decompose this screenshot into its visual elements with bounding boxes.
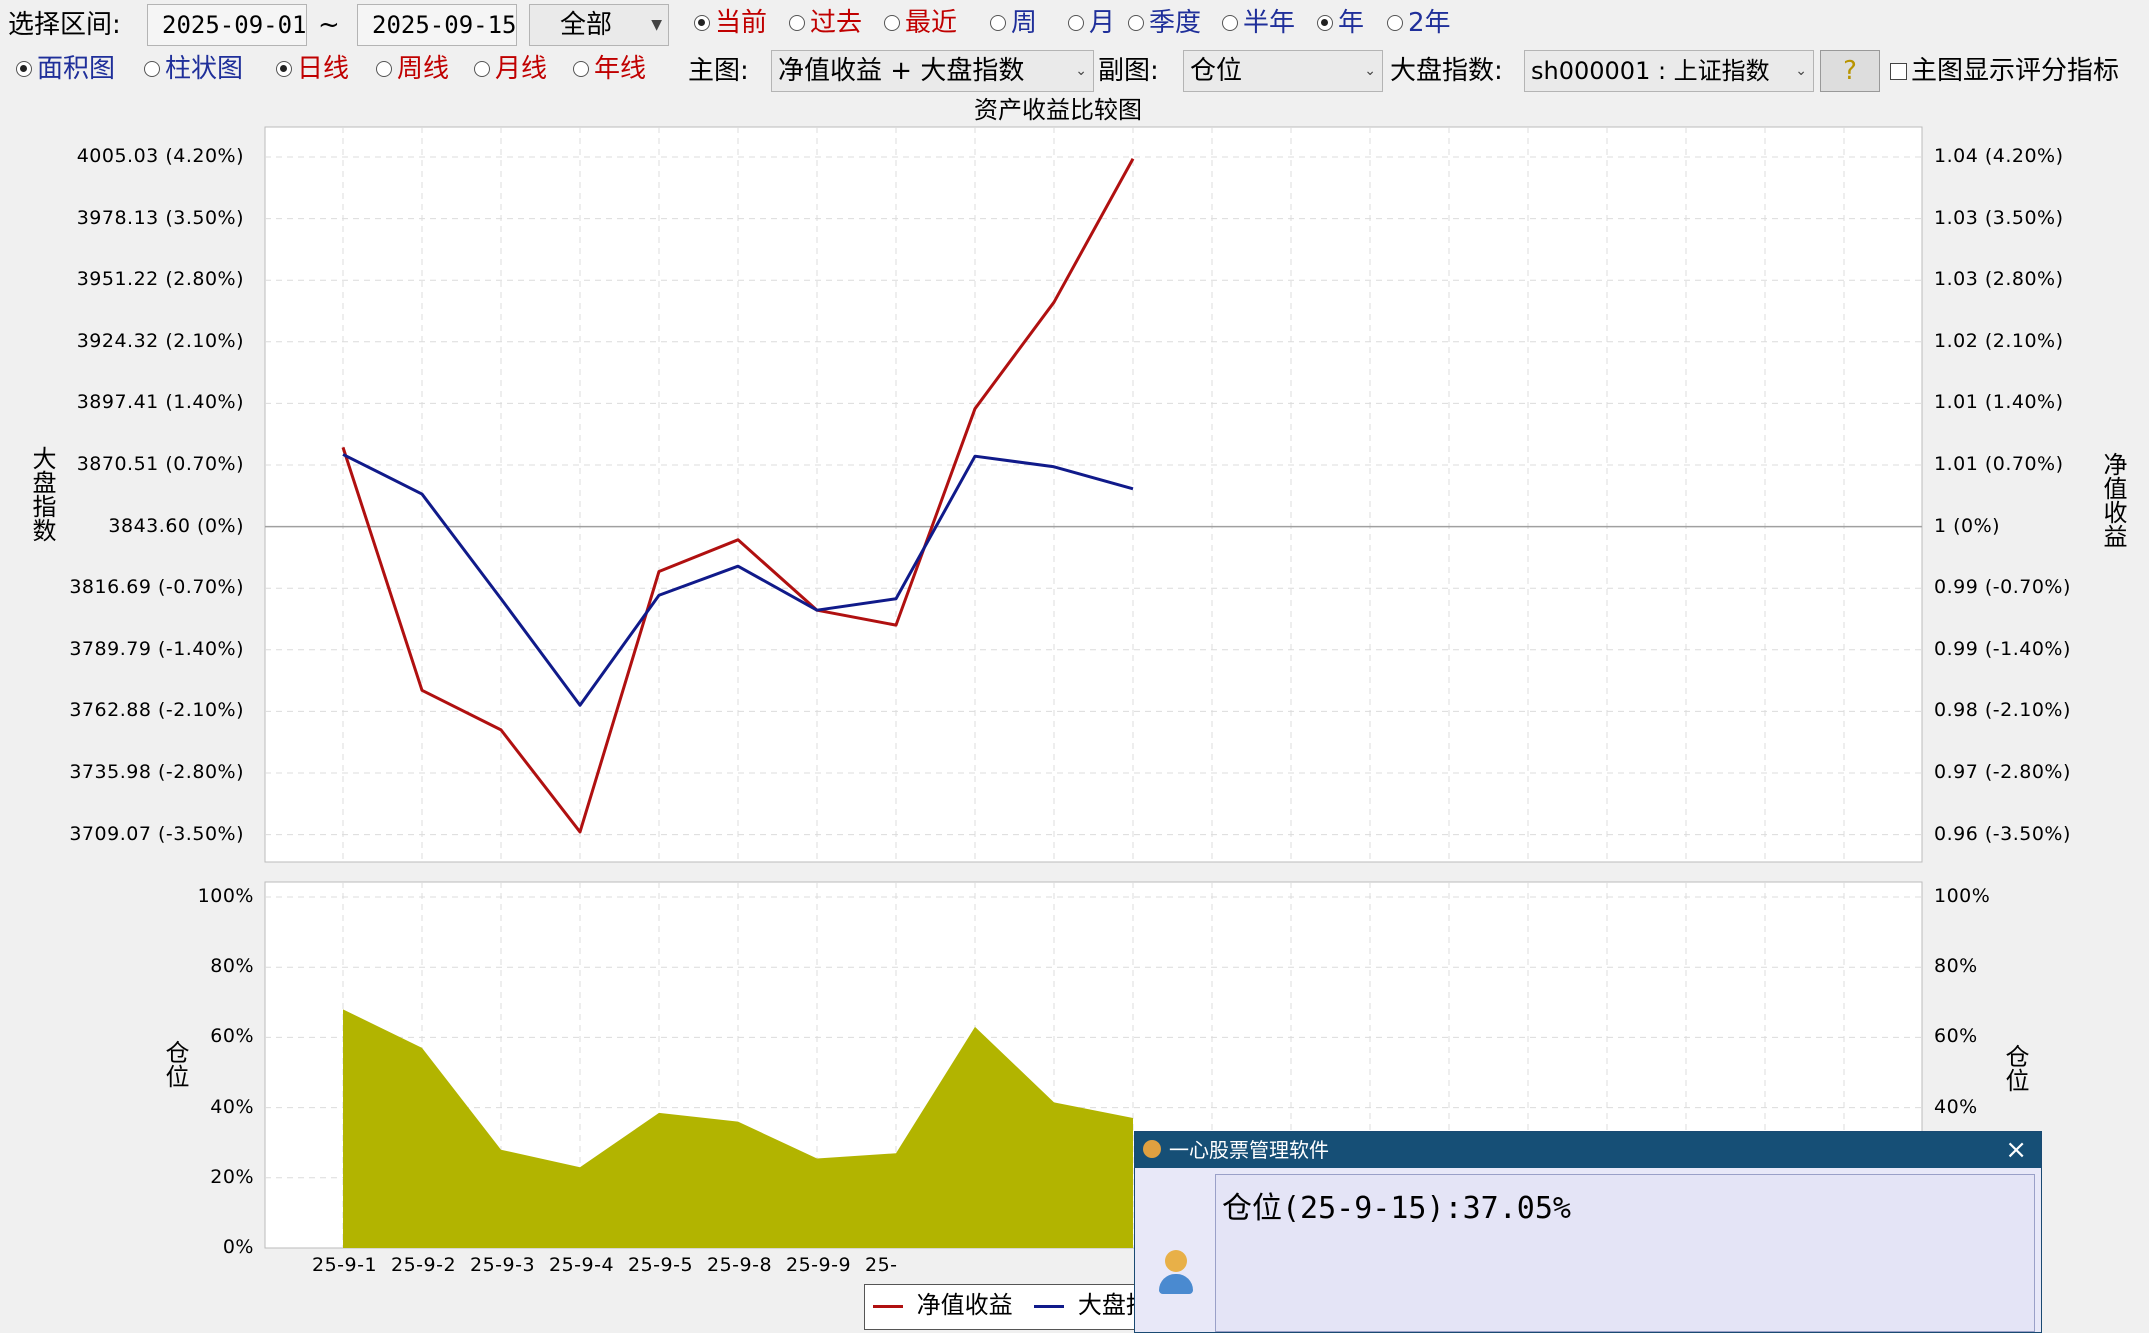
user-icon [1159, 1250, 1193, 1298]
right-tick-label: 1.02 (2.10%) [1934, 330, 2064, 352]
dialog-message: 仓位(25-9-15):37.05% [1222, 1183, 1571, 1227]
right-tick-label: 0.99 (-0.70%) [1934, 576, 2071, 598]
left-tick-label: 4005.03 (4.20%) [4, 145, 244, 167]
close-icon[interactable]: × [2005, 1132, 2027, 1168]
x-tick-label: 25-9-5 [628, 1254, 693, 1276]
left-tick-label: 3870.51 (0.70%) [4, 453, 244, 475]
right-tick-label: 1.03 (3.50%) [1934, 207, 2064, 229]
sub-left-tick-label: 60% [100, 1025, 254, 1047]
right-tick-label: 0.99 (-1.40%) [1934, 638, 2071, 660]
left-tick-label: 3897.41 (1.40%) [4, 391, 244, 413]
left-tick-label: 3762.88 (-2.10%) [4, 699, 244, 721]
x-tick-label: 25-9-2 [391, 1254, 456, 1276]
legend-item-label: 大盘指 [1078, 1291, 1136, 1319]
main-plot-background [265, 127, 1922, 862]
sub-left-tick-label: 20% [100, 1166, 254, 1188]
sub-left-tick-label: 0% [100, 1236, 254, 1258]
right-tick-label: 1 (0%) [1934, 515, 2000, 537]
left-tick-label: 3924.32 (2.10%) [4, 330, 244, 352]
legend-line-icon [873, 1305, 903, 1308]
dialog-title-bar[interactable]: 一心股票管理软件 × [1135, 1132, 2041, 1168]
sub-left-tick-label: 100% [100, 885, 254, 907]
right-tick-label: 0.97 (-2.80%) [1934, 761, 2071, 783]
right-tick-label: 0.98 (-2.10%) [1934, 699, 2071, 721]
x-tick-label: 25-9-3 [470, 1254, 535, 1276]
dialog-body: 仓位(25-9-15):37.05% [1215, 1174, 2035, 1332]
dialog-title: 一心股票管理软件 [1169, 1138, 1329, 1162]
x-tick-label: 25- [865, 1254, 898, 1276]
legend-item-label: 净值收益 [917, 1291, 1013, 1319]
left-tick-label: 3816.69 (-0.70%) [4, 576, 244, 598]
x-tick-label: 25-9-8 [707, 1254, 772, 1276]
sub-right-tick-label: 40% [1934, 1096, 1978, 1118]
right-tick-label: 1.01 (1.40%) [1934, 391, 2064, 413]
sub-right-tick-label: 80% [1934, 955, 1978, 977]
sub-left-tick-label: 80% [100, 955, 254, 977]
sub-left-tick-label: 40% [100, 1096, 254, 1118]
left-tick-label: 3735.98 (-2.80%) [4, 761, 244, 783]
left-tick-label: 3843.60 (0%) [4, 515, 244, 537]
left-tick-label: 3709.07 (-3.50%) [4, 823, 244, 845]
right-tick-label: 1.03 (2.80%) [1934, 268, 2064, 290]
info-dialog: 一心股票管理软件 × 仓位(25-9-15):37.05% [1134, 1131, 2042, 1333]
sub-right-tick-label: 100% [1934, 885, 1990, 907]
right-tick-label: 1.04 (4.20%) [1934, 145, 2064, 167]
chart-legend: 净值收益 大盘指 [864, 1284, 1136, 1330]
app-icon [1143, 1140, 1161, 1158]
left-tick-label: 3978.13 (3.50%) [4, 207, 244, 229]
right-tick-label: 1.01 (0.70%) [1934, 453, 2064, 475]
x-tick-label: 25-9-1 [312, 1254, 377, 1276]
chart-area [0, 0, 2149, 1320]
right-tick-label: 0.96 (-3.50%) [1934, 823, 2071, 845]
x-tick-label: 25-9-4 [549, 1254, 614, 1276]
x-tick-label: 25-9-9 [786, 1254, 851, 1276]
left-tick-label: 3951.22 (2.80%) [4, 268, 244, 290]
sub-right-tick-label: 60% [1934, 1025, 1978, 1047]
legend-line-icon [1034, 1305, 1064, 1308]
left-tick-label: 3789.79 (-1.40%) [4, 638, 244, 660]
